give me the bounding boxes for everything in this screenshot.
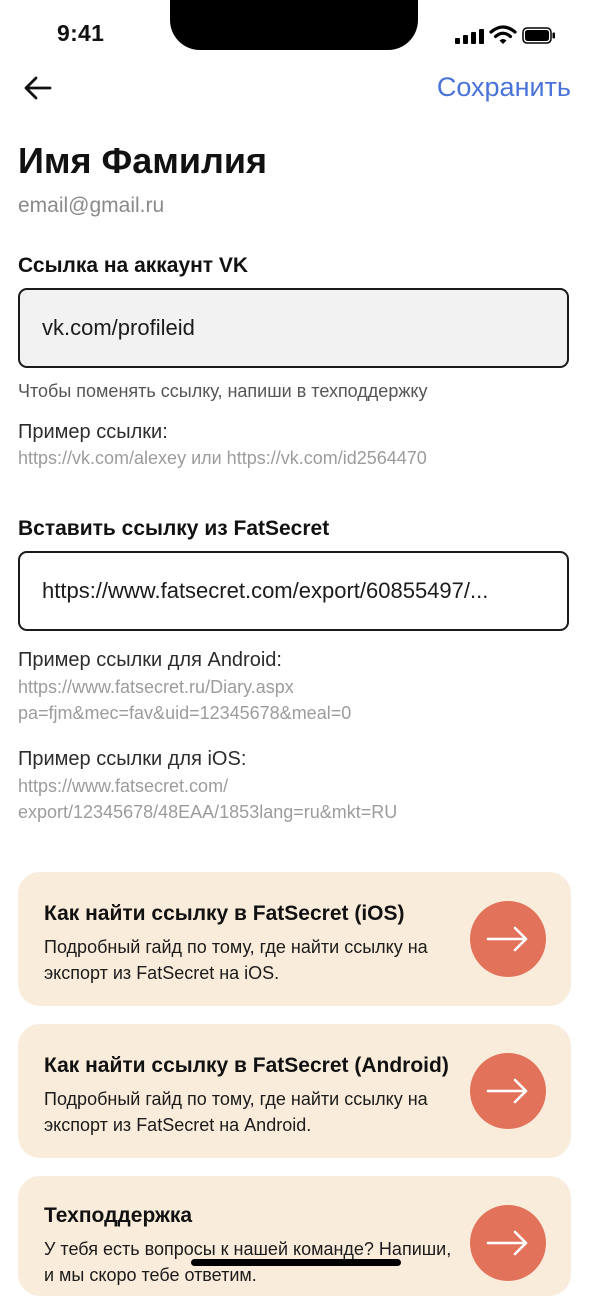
- guide-card-android[interactable]: Как найти ссылку в FatSecret (Android) П…: [18, 1024, 571, 1158]
- home-indicator: [191, 1259, 401, 1266]
- card-title: Как найти ссылку в FatSecret (iOS): [44, 902, 405, 925]
- profile-name: Имя Фамилия: [18, 140, 268, 181]
- device-notch: [170, 0, 418, 50]
- vk-example-title: Пример ссылки:: [18, 421, 168, 443]
- back-arrow-icon[interactable]: [22, 72, 54, 104]
- arrow-right-icon: [486, 926, 528, 952]
- card-arrow-button[interactable]: [470, 901, 546, 977]
- arrow-right-icon: [486, 1078, 528, 1104]
- card-title: Как найти ссылку в FatSecret (Android): [44, 1054, 449, 1077]
- vk-link-label: Ссылка на аккаунт VK: [18, 254, 249, 277]
- fatsecret-link-input[interactable]: https://www.fatsecret.com/export/6085549…: [18, 551, 569, 631]
- ios-example-title: Пример ссылки для iOS:: [18, 748, 247, 770]
- arrow-right-icon: [486, 1230, 528, 1256]
- android-example-line1: https://www.fatsecret.ru/Diary.aspx: [18, 677, 294, 697]
- fatsecret-link-label: Вставить ссылку из FatSecret: [18, 517, 330, 540]
- status-time: 9:41: [57, 20, 105, 46]
- fatsecret-link-value: https://www.fatsecret.com/export/6085549…: [42, 578, 489, 603]
- wifi-icon: [489, 25, 517, 44]
- vk-link-hint: Чтобы поменять ссылку, напиши в техподде…: [18, 381, 428, 401]
- guide-card-ios[interactable]: Как найти ссылку в FatSecret (iOS) Подро…: [18, 872, 571, 1006]
- ios-example-line1: https://www.fatsecret.com/: [18, 776, 229, 796]
- profile-email: email@gmail.ru: [18, 194, 165, 217]
- card-arrow-button[interactable]: [470, 1053, 546, 1129]
- vk-link-value: vk.com/profileid: [42, 315, 195, 340]
- battery-icon: [522, 27, 555, 44]
- ios-example-line2: export/12345678/48EAA/1853lang=ru&mkt=RU: [18, 802, 398, 822]
- android-example-line2: pa=fjm&mec=fav&uid=12345678&meal=0: [18, 703, 352, 723]
- android-example-title: Пример ссылки для Android:: [18, 649, 282, 671]
- signal-icon: [455, 28, 485, 44]
- save-button[interactable]: Сохранить: [437, 72, 571, 103]
- card-title: Техподдержка: [44, 1204, 193, 1227]
- card-arrow-button[interactable]: [470, 1205, 546, 1281]
- vk-link-field: vk.com/profileid: [18, 288, 569, 368]
- support-card[interactable]: Техподдержка У тебя есть вопросы к нашей…: [18, 1176, 571, 1296]
- vk-example-text: https://vk.com/alexey или https://vk.com…: [18, 448, 427, 468]
- card-description: Подробный гайд по тому, где найти ссылку…: [44, 937, 428, 983]
- card-description: Подробный гайд по тому, где найти ссылку…: [44, 1089, 428, 1135]
